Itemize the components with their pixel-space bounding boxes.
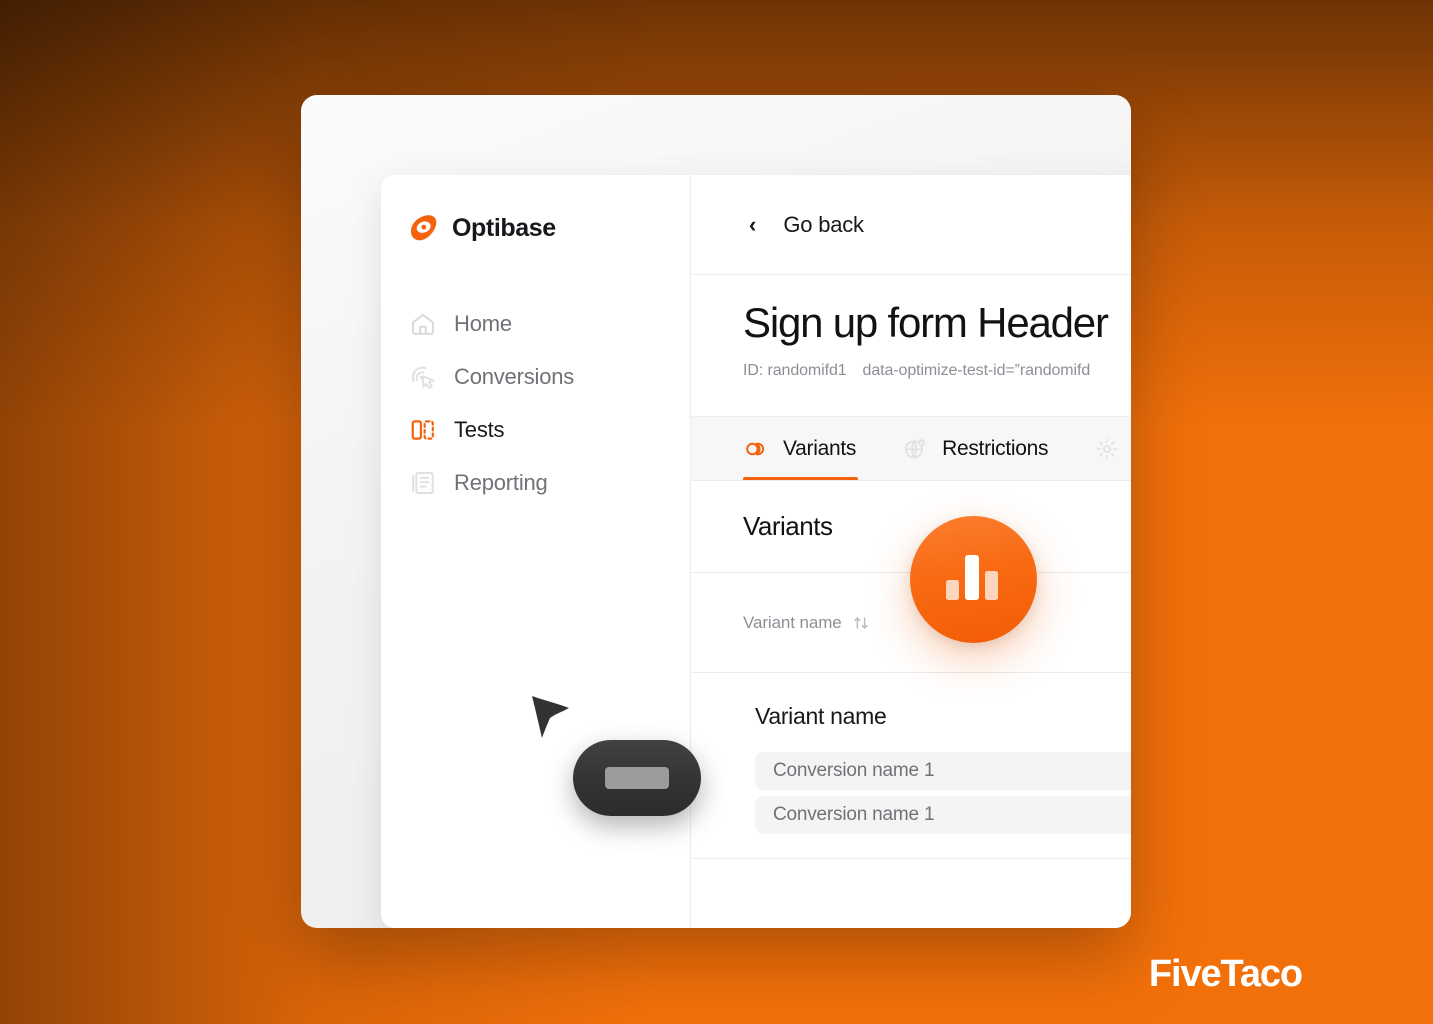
tab-restrictions[interactable]: Restrictions (902, 417, 1049, 480)
sidebar-item-reporting[interactable]: Reporting (381, 461, 690, 505)
sidebar-item-tests[interactable]: Tests (381, 408, 690, 452)
row-group-title: Variant name (755, 703, 887, 729)
sidebar-item-label: Reporting (454, 470, 548, 495)
list-divider (691, 858, 1131, 859)
tab-label: Restrictions (942, 436, 1049, 460)
list-item[interactable]: Conversion name 1 (755, 796, 1131, 834)
main-content: ‹ Go back Sign up form Header ID: random… (691, 175, 1131, 928)
mouse-pointer-icon (529, 694, 573, 742)
go-back-button[interactable]: ‹ Go back (691, 175, 1131, 275)
optibase-leaf-icon (408, 213, 439, 244)
tab-label: Variants (783, 436, 857, 460)
chevron-left-icon: ‹ (749, 211, 757, 237)
variants-section-header: Variants (691, 481, 1131, 573)
sidebar-item-conversions[interactable]: Conversions (381, 355, 690, 399)
title-block: Sign up form Header ID: randomifd1 data-… (691, 275, 1131, 417)
app-window: Optibase Home Conversions Tests Reportin… (301, 95, 1131, 928)
fivetaco-watermark: FiveTaco (1148, 953, 1303, 995)
sidebar-item-home[interactable]: Home (381, 302, 690, 346)
go-back-label: Go back (783, 211, 864, 237)
globe-pin-icon (902, 436, 928, 462)
list-item[interactable]: Conversion name 1 (755, 752, 1131, 790)
test-attribute-text: data-optimize-test-id=”randomifd (862, 362, 1091, 380)
subtitle-row: ID: randomifd1 data-optimize-test-id=”ra… (743, 362, 1131, 380)
sidebar-nav: Home Conversions Tests Reporting (381, 302, 690, 505)
home-icon (409, 310, 437, 338)
test-id-text: ID: randomifd1 (743, 362, 847, 380)
sort-updown-icon[interactable] (852, 614, 870, 632)
sidebar-item-label: Conversions (454, 364, 575, 389)
brand-name: Optibase (452, 214, 556, 242)
sidebar-item-label: Tests (454, 417, 505, 442)
document-list-icon (409, 469, 437, 497)
gear-icon (1094, 436, 1120, 462)
brand-logo: Optibase (381, 205, 690, 244)
page-title: Sign up form Header (743, 299, 1109, 346)
loading-pill (573, 740, 701, 816)
pill-bar (605, 767, 669, 789)
sidebar-item-label: Home (454, 311, 512, 336)
cursor-click-icon (409, 363, 437, 391)
tab-bar: Variants Restrictions (691, 417, 1131, 481)
bar-chart-badge[interactable] (910, 516, 1037, 643)
bar-chart-icon (944, 551, 1004, 608)
tab-variants[interactable]: Variants (743, 417, 859, 480)
variants-rows: Variant name Conversion name 1 Conversio… (691, 673, 1131, 928)
ab-test-icon (409, 416, 437, 444)
column-header-label: Variant name (743, 612, 842, 632)
variants-icon (743, 436, 769, 462)
section-title: Variants (743, 511, 833, 541)
tab-settings[interactable] (1094, 417, 1131, 480)
